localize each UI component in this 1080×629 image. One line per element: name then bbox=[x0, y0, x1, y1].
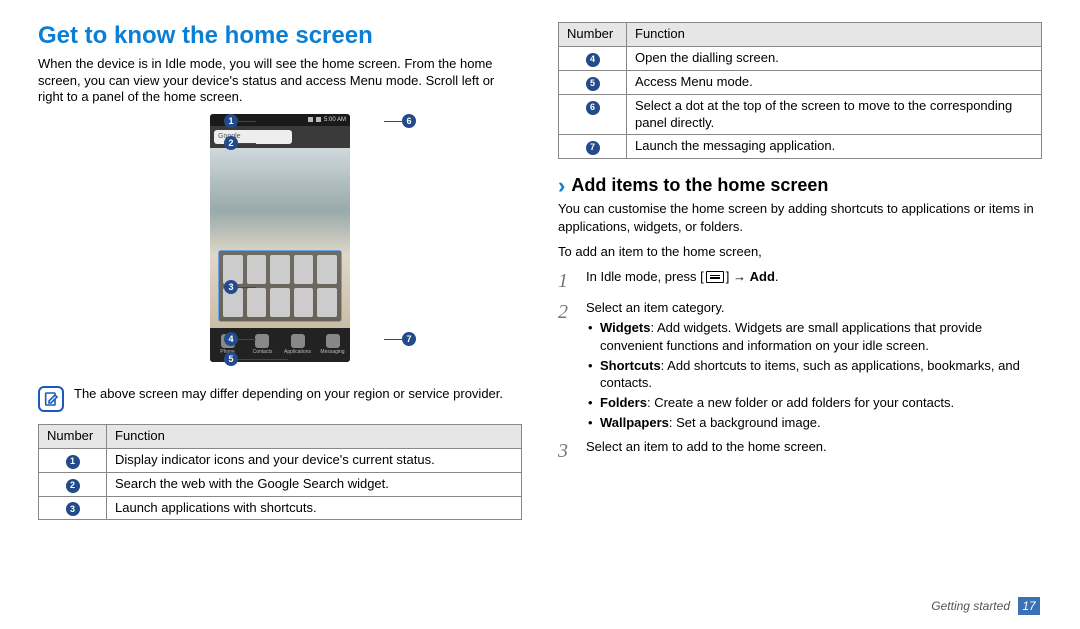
callout-1: 1 bbox=[224, 114, 238, 128]
row-badge: 7 bbox=[586, 141, 600, 155]
callout-2: 2 bbox=[224, 136, 238, 150]
callout-7: 7 bbox=[402, 332, 416, 346]
category-options: Widgets: Add widgets. Widgets are small … bbox=[586, 319, 1042, 431]
table-row: 4 Open the dialling screen. bbox=[559, 46, 1042, 70]
signal-icon bbox=[308, 117, 313, 122]
function-table-left: Number Function 1 Display indicator icon… bbox=[38, 424, 522, 521]
right-column: Number Function 4 Open the dialling scre… bbox=[558, 22, 1042, 582]
step-number: 1 bbox=[558, 268, 576, 295]
step-number: 2 bbox=[558, 299, 576, 434]
table-header-number: Number bbox=[559, 23, 627, 47]
row-badge: 1 bbox=[66, 455, 80, 469]
app-icon bbox=[317, 255, 337, 284]
row-badge: 2 bbox=[66, 479, 80, 493]
row-badge: 5 bbox=[586, 77, 600, 91]
step-3: 3 Select an item to add to the home scre… bbox=[558, 438, 1042, 465]
table-row: 3 Launch applications with shortcuts. bbox=[39, 496, 522, 520]
menu-key-icon bbox=[706, 271, 724, 283]
callout-line bbox=[238, 287, 256, 288]
step-body: Select an item to add to the home screen… bbox=[586, 438, 1042, 465]
app-icon bbox=[270, 288, 290, 317]
table-row: 5 Access Menu mode. bbox=[559, 70, 1042, 94]
dock-contacts: Contacts bbox=[253, 334, 273, 355]
step-1: 1 In Idle mode, press [] → Add. bbox=[558, 268, 1042, 295]
row-func: Search the web with the Google Search wi… bbox=[107, 472, 522, 496]
note-text: The above screen may differ depending on… bbox=[74, 386, 503, 403]
app-icon bbox=[247, 288, 267, 317]
left-column: Get to know the home screen When the dev… bbox=[38, 22, 522, 582]
option-wallpapers: Wallpapers: Set a background image. bbox=[600, 414, 1042, 431]
table-header-function: Function bbox=[627, 23, 1042, 47]
function-table-right: Number Function 4 Open the dialling scre… bbox=[558, 22, 1042, 159]
callout-line bbox=[384, 121, 402, 122]
row-func: Access Menu mode. bbox=[627, 70, 1042, 94]
app-icon bbox=[294, 255, 314, 284]
app-icon bbox=[317, 288, 337, 317]
row-func: Display indicator icons and your device'… bbox=[107, 448, 522, 472]
callout-5: 5 bbox=[224, 352, 238, 366]
table-row: 6 Select a dot at the top of the screen … bbox=[559, 94, 1042, 135]
page-footer: Getting started 17 bbox=[931, 597, 1040, 615]
app-icon bbox=[294, 288, 314, 317]
table-row: 2 Search the web with the Google Search … bbox=[39, 472, 522, 496]
callout-6: 6 bbox=[402, 114, 416, 128]
to-add-line: To add an item to the home screen, bbox=[558, 243, 1042, 260]
subsection-title: Add items to the home screen bbox=[571, 175, 828, 196]
step-2: 2 Select an item category. Widgets: Add … bbox=[558, 299, 1042, 434]
table-header-function: Function bbox=[107, 424, 522, 448]
table-row: 1 Display indicator icons and your devic… bbox=[39, 448, 522, 472]
status-time: 5:00 AM bbox=[324, 117, 346, 123]
app-icon bbox=[270, 255, 290, 284]
note-row: The above screen may differ depending on… bbox=[38, 386, 522, 412]
dock-applications: Applications bbox=[284, 334, 311, 355]
row-badge: 3 bbox=[66, 502, 80, 516]
phone-mockup: 5:00 AM Google bbox=[210, 114, 350, 362]
callout-4: 4 bbox=[224, 332, 238, 346]
callout-line bbox=[238, 359, 288, 360]
table-row: 7 Launch the messaging application. bbox=[559, 135, 1042, 159]
row-func: Launch the messaging application. bbox=[627, 135, 1042, 159]
phone-screenshot-diagram: 1 2 3 4 5 6 7 5:00 AM Google bbox=[38, 114, 522, 374]
page-number: 17 bbox=[1018, 597, 1040, 615]
option-widgets: Widgets: Add widgets. Widgets are small … bbox=[600, 319, 1042, 353]
option-shortcuts: Shortcuts: Add shortcuts to items, such … bbox=[600, 357, 1042, 391]
intro-paragraph: When the device is in Idle mode, you wil… bbox=[38, 56, 522, 106]
step-body: In Idle mode, press [] → Add. bbox=[586, 268, 1042, 295]
option-folders: Folders: Create a new folder or add fold… bbox=[600, 394, 1042, 411]
step-body: Select an item category. Widgets: Add wi… bbox=[586, 299, 1042, 434]
row-func: Launch applications with shortcuts. bbox=[107, 496, 522, 520]
footer-section-name: Getting started bbox=[931, 599, 1010, 613]
row-func: Open the dialling screen. bbox=[627, 46, 1042, 70]
dock-messaging: Messaging bbox=[320, 334, 344, 355]
callout-3: 3 bbox=[224, 280, 238, 294]
subsection-heading: › Add items to the home screen bbox=[558, 175, 1042, 196]
section-title: Get to know the home screen bbox=[38, 22, 522, 50]
note-icon bbox=[38, 386, 64, 412]
row-badge: 4 bbox=[586, 53, 600, 67]
phone-wallpaper bbox=[210, 148, 350, 328]
callout-line bbox=[238, 143, 256, 144]
battery-icon bbox=[316, 117, 321, 122]
callout-line bbox=[384, 339, 402, 340]
step-number: 3 bbox=[558, 438, 576, 465]
subsection-intro: You can customise the home screen by add… bbox=[558, 200, 1042, 234]
row-badge: 6 bbox=[586, 101, 600, 115]
table-header-number: Number bbox=[39, 424, 107, 448]
callout-line bbox=[238, 121, 256, 122]
app-icon bbox=[247, 255, 267, 284]
callout-line bbox=[238, 339, 256, 340]
row-func: Select a dot at the top of the screen to… bbox=[627, 94, 1042, 135]
